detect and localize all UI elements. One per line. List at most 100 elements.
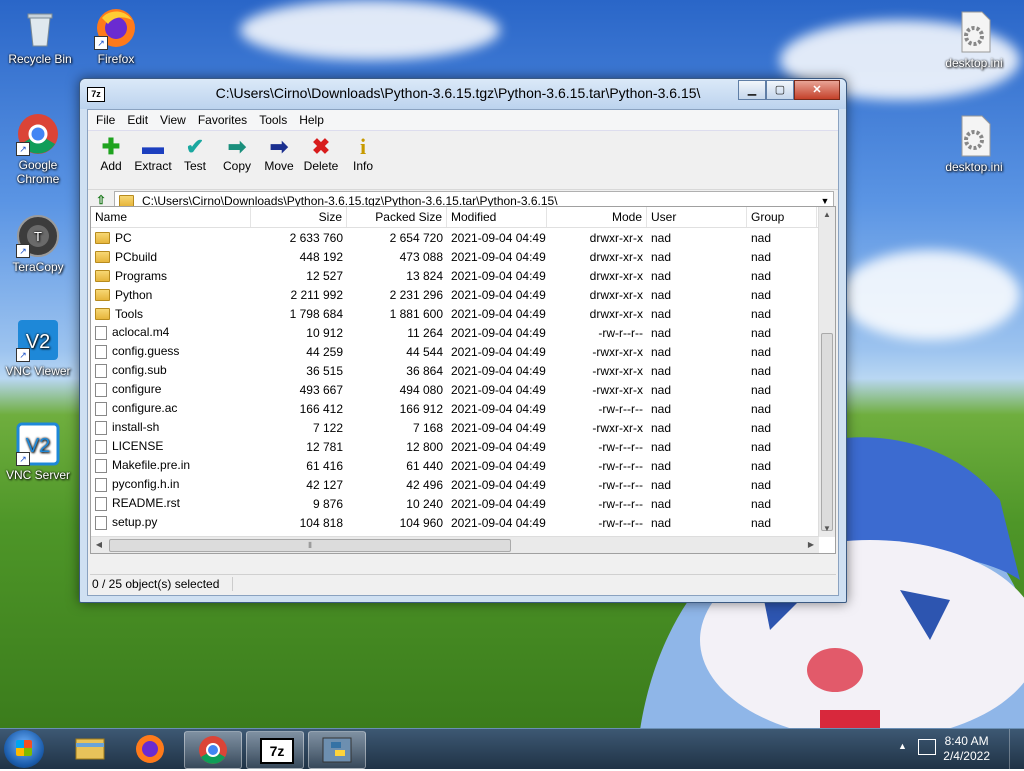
cell-user: nad <box>651 344 672 359</box>
desktop-icon-label: VNC Server <box>5 468 70 482</box>
table-row[interactable]: Tools 1 798 684 1 881 600 2021-09-04 04:49 d… <box>91 304 835 323</box>
file-name: setup.py <box>112 515 158 530</box>
taskbar-python[interactable] <box>308 731 366 769</box>
desktop-icon-label: TeraCopy <box>12 260 64 274</box>
scroll-right-icon[interactable]: ▶ <box>803 537 819 553</box>
cell-mode: -rw-r--r-- <box>598 325 643 340</box>
scroll-thumb[interactable] <box>821 333 833 531</box>
cell-packed: 494 080 <box>399 382 443 397</box>
scroll-down-icon[interactable]: ▼ <box>819 521 835 537</box>
cell-name: README.rst <box>91 496 251 511</box>
table-row[interactable]: README.rst 9 876 10 240 2021-09-04 04:49 -rw… <box>91 494 835 513</box>
test-button[interactable]: ✔ Test <box>174 135 216 174</box>
table-row[interactable]: config.guess 44 259 44 544 2021-09-04 04:49… <box>91 342 835 361</box>
taskbar-file-explorer[interactable] <box>62 731 118 767</box>
info-icon: i <box>359 134 367 159</box>
vertical-scrollbar[interactable]: ▲ ▼ <box>818 207 835 537</box>
system-tray: ▲ 8:40 AM 2/4/2022 <box>884 729 1024 769</box>
folder-icon <box>95 251 110 264</box>
folder-icon <box>95 308 110 321</box>
desktop-icon-teracopy[interactable]: T ↗ TeraCopy <box>0 214 76 274</box>
settings-file-icon <box>952 114 996 158</box>
clock[interactable]: 8:40 AM 2/4/2022 <box>943 734 990 764</box>
cell-packed: 473 088 <box>399 249 443 264</box>
tray-expand-icon[interactable]: ▲ <box>898 741 907 751</box>
column-modified[interactable]: Modified <box>447 207 547 227</box>
menu-tools[interactable]: Tools <box>253 113 293 127</box>
cell-size: 42 127 <box>306 477 343 492</box>
desktop-icon-recycle-bin[interactable]: Recycle Bin <box>2 6 78 66</box>
move-label: Move <box>264 159 294 173</box>
cell-user: nad <box>651 458 672 473</box>
minimize-button[interactable]: ▁ <box>738 80 766 100</box>
table-row[interactable]: configure.ac 166 412 166 912 2021-09-04 04:… <box>91 399 835 418</box>
table-row[interactable]: setup.py 104 818 104 960 2021-09-04 04:49 -r… <box>91 513 835 532</box>
cell-name: configure <box>91 382 251 397</box>
scroll-thumb[interactable]: ⦀ <box>109 539 511 552</box>
horizontal-scrollbar[interactable]: ◀ ⦀ ▶ <box>91 536 819 553</box>
desktop-icon-vnc-server[interactable]: V2 ↗ VNC Server <box>0 422 76 482</box>
table-row[interactable]: Makefile.pre.in 61 416 61 440 2021-09-04 04… <box>91 456 835 475</box>
table-row[interactable]: Python 2 211 992 2 231 296 2021-09-04 04:49… <box>91 285 835 304</box>
close-button[interactable]: ✕ <box>794 80 840 100</box>
clock-time: 8:40 AM <box>944 734 989 748</box>
menu-file[interactable]: File <box>90 113 121 127</box>
cell-name: pyconfig.h.in <box>91 477 251 492</box>
taskbar-firefox[interactable] <box>122 731 178 767</box>
scroll-up-icon[interactable]: ▲ <box>819 207 835 223</box>
info-button[interactable]: i Info <box>342 134 384 174</box>
table-row[interactable]: PC 2 633 760 2 654 720 2021-09-04 04:49 drwx… <box>91 228 835 247</box>
cell-name: Python <box>91 288 251 302</box>
extract-button[interactable]: ▬ Extract <box>132 135 174 174</box>
show-desktop-button[interactable] <box>1009 729 1024 769</box>
cell-mode: -rw-r--r-- <box>598 515 643 530</box>
start-button[interactable] <box>4 730 44 768</box>
column-user[interactable]: User <box>647 207 747 227</box>
taskbar-chrome[interactable] <box>184 731 242 769</box>
desktop-icon-chrome[interactable]: ↗ Google Chrome <box>0 112 76 186</box>
table-row[interactable]: configure 493 667 494 080 2021-09-04 04:49 -… <box>91 380 835 399</box>
maximize-button[interactable]: ▢ <box>766 80 794 100</box>
cell-user: nad <box>651 306 672 321</box>
table-row[interactable]: config.sub 36 515 36 864 2021-09-04 04:49 -r… <box>91 361 835 380</box>
cell-group: nad <box>751 382 772 397</box>
file-icon <box>95 344 107 359</box>
cell-name: Tools <box>91 307 251 321</box>
table-row[interactable]: install-sh 7 122 7 168 2021-09-04 04:49 -rwx… <box>91 418 835 437</box>
cell-group: nad <box>751 344 772 359</box>
chevron-down-icon[interactable]: ▼ <box>817 196 833 206</box>
menu-favorites[interactable]: Favorites <box>192 113 253 127</box>
column-mode[interactable]: Mode <box>547 207 647 227</box>
menu-help[interactable]: Help <box>293 113 330 127</box>
table-row[interactable]: Programs 12 527 13 824 2021-09-04 04:49 drwx… <box>91 266 835 285</box>
7zip-window: 7z C:\Users\Cirno\Downloads\Python-3.6.1… <box>79 78 847 603</box>
taskbar-7zip[interactable]: 7z <box>246 731 304 769</box>
cell-packed: 104 960 <box>399 515 443 530</box>
menu-edit[interactable]: Edit <box>121 113 154 127</box>
column-size[interactable]: Size <box>251 207 347 227</box>
desktop-icon-desktop-ini-2[interactable]: desktop.ini <box>936 114 1012 174</box>
cell-modified: 2021-09-04 04:49 <box>451 306 546 321</box>
7zip-app-icon[interactable]: 7z <box>87 87 105 102</box>
cell-group: nad <box>751 458 772 473</box>
cell-user: nad <box>651 439 672 454</box>
desktop-icon-vnc-viewer[interactable]: V2 ↗ VNC Viewer <box>0 318 76 378</box>
desktop-icon-desktop-ini-1[interactable]: desktop.ini <box>936 10 1012 70</box>
move-button[interactable]: ➡ Move <box>258 135 300 174</box>
table-row[interactable]: pyconfig.h.in 42 127 42 496 2021-09-04 04:4… <box>91 475 835 494</box>
cell-modified: 2021-09-04 04:49 <box>451 515 546 530</box>
table-row[interactable]: aclocal.m4 10 912 11 264 2021-09-04 04:49 -r… <box>91 323 835 342</box>
network-icon[interactable] <box>918 739 936 755</box>
column-group[interactable]: Group <box>747 207 817 227</box>
table-row[interactable]: PCbuild 448 192 473 088 2021-09-04 04:49 drw… <box>91 247 835 266</box>
title-bar[interactable]: 7z C:\Users\Cirno\Downloads\Python-3.6.1… <box>80 79 846 109</box>
menu-view[interactable]: View <box>154 113 192 127</box>
scroll-left-icon[interactable]: ◀ <box>91 537 107 553</box>
column-name[interactable]: Name <box>91 207 251 227</box>
delete-button[interactable]: ✖ Delete <box>300 135 342 174</box>
copy-button[interactable]: ➡ Copy <box>216 135 258 174</box>
add-button[interactable]: ✚ Add <box>90 135 132 174</box>
desktop-icon-firefox[interactable]: ↗ Firefox <box>78 6 154 66</box>
table-row[interactable]: LICENSE 12 781 12 800 2021-09-04 04:49 -rw-r… <box>91 437 835 456</box>
column-packed-size[interactable]: Packed Size <box>347 207 447 227</box>
